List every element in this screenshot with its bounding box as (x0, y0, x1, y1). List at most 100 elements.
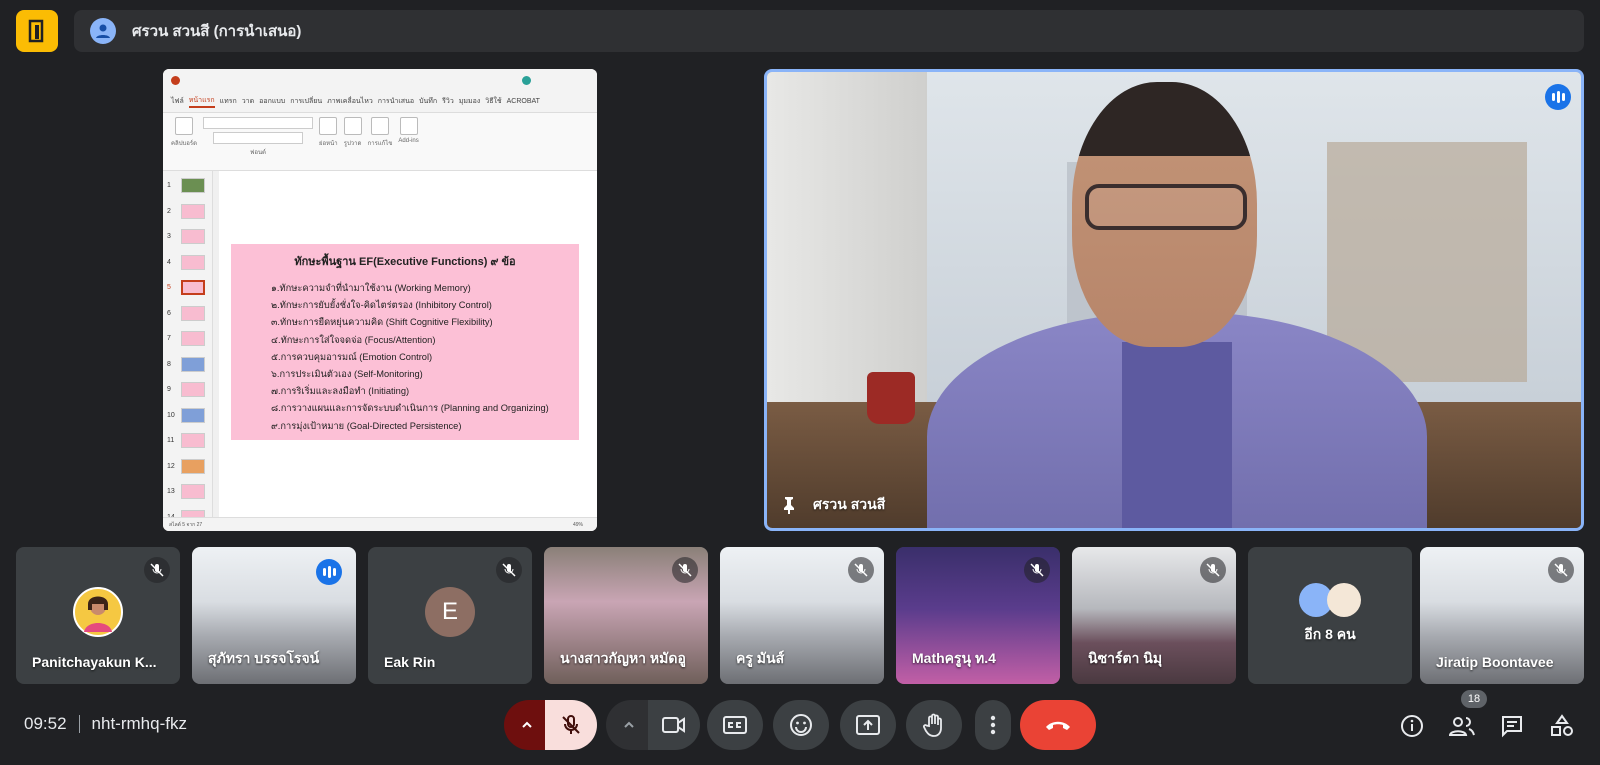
audio-options-button[interactable] (504, 700, 550, 750)
ribbon-group-font[interactable]: ฟอนต์ (203, 117, 314, 166)
avatar-initial: E (441, 597, 458, 625)
mic-off-icon (144, 557, 170, 583)
participant-avatar: E (425, 586, 475, 637)
participant-tile[interactable]: Mathครูนุ ท.4 (896, 547, 1060, 684)
paste-icon (175, 117, 194, 135)
participant-name: นิซาร์ตา นิมุ (1088, 650, 1163, 666)
ribbon-group-editing[interactable]: การแก้ไข (368, 117, 392, 166)
slide-thumbnail[interactable]: 11 (163, 428, 212, 454)
slide-preview (181, 407, 205, 423)
slide-thumbnail[interactable]: 3 (163, 224, 212, 250)
slide-thumbnail-selected[interactable]: 5 (163, 275, 212, 301)
tab-insert[interactable]: แทรก (220, 96, 237, 107)
slide-preview (181, 356, 205, 372)
slide-thumbnail[interactable]: 2 (163, 199, 212, 225)
tab-review[interactable]: รีวิว (442, 96, 454, 107)
present-to-all-icon (856, 715, 880, 735)
participant-tile[interactable]: Panitchayakun K... (16, 547, 180, 684)
tab-slideshow[interactable]: การนำเสนอ (378, 96, 414, 107)
slide-thumbnail[interactable]: 7 (163, 326, 212, 352)
participant-name: Panitchayakun K... (32, 654, 157, 670)
zoom-level[interactable]: 49% (573, 522, 583, 528)
mic-toggle-button[interactable] (545, 700, 597, 750)
slide-number: 11 (167, 437, 175, 445)
meet-logo-button[interactable] (16, 10, 58, 52)
slide-number: 2 (167, 207, 171, 215)
participant-avatar (73, 586, 123, 637)
tab-record[interactable]: บันทึก (419, 96, 437, 107)
present-screen-button[interactable] (840, 700, 896, 750)
leave-call-button[interactable] (1020, 700, 1096, 750)
slide-thumbnail[interactable]: 13 (163, 479, 212, 505)
meeting-code: nht-rmhq-fkz (91, 714, 187, 733)
participant-name: Jiratip Boontavee (1436, 654, 1554, 670)
ribbon-group-addins[interactable]: Add-ins (398, 117, 419, 166)
participant-name: Mathครูนุ ท.4 (912, 650, 996, 666)
people-button[interactable] (1446, 710, 1478, 742)
main-video-tile[interactable]: ศรวน สวนสี (764, 69, 1584, 531)
tab-home[interactable]: หน้าแรก (188, 95, 215, 108)
ribbon-group-clipboard[interactable]: คลิปบอร์ด (171, 117, 197, 166)
slide-thumbnail[interactable]: 10 (163, 403, 212, 429)
slide-preview (181, 203, 205, 219)
find-icon (371, 117, 389, 135)
mic-off-icon (848, 557, 874, 583)
tab-file[interactable]: ไฟล์ (171, 96, 184, 107)
ribbon-group-drawing[interactable]: รูปวาด (343, 117, 362, 166)
tab-view[interactable]: มุมมอง (459, 96, 480, 107)
activities-button[interactable] (1546, 710, 1578, 742)
account-avatar-icon (90, 18, 116, 44)
ribbon-tab-bar: ไฟล์ หน้าแรก แทรก วาด ออกแบบ การเปลี่ยน … (163, 91, 597, 113)
slide-thumbnail[interactable]: 6 (163, 301, 212, 327)
raise-hand-button[interactable] (906, 700, 962, 750)
tab-help[interactable]: วิธีใช้ (485, 96, 501, 107)
slide-number: 6 (167, 309, 171, 317)
participant-tile[interactable]: นิซาร์ตา นิมุ (1072, 547, 1236, 684)
camera-toggle-button[interactable] (648, 700, 700, 750)
tab-acrobat[interactable]: ACROBAT (507, 98, 540, 105)
slide-thumbnail[interactable]: 4 (163, 250, 212, 276)
slide-thumbnail[interactable]: 12 (163, 454, 212, 480)
emoji-icon (790, 714, 812, 736)
participant-tile[interactable]: สุภัทรา บรรจโรจน์ (192, 547, 356, 684)
mic-off-icon (1024, 557, 1050, 583)
slide-thumbnail[interactable]: 9 (163, 377, 212, 403)
chevron-up-icon (624, 721, 634, 728)
tab-transitions[interactable]: การเปลี่ยน (290, 96, 322, 107)
shapes-icon (343, 117, 362, 135)
people-icon (1449, 717, 1475, 736)
presentation-tile[interactable]: ไฟล์ หน้าแรก แทรก วาด ออกแบบ การเปลี่ยน … (163, 69, 597, 531)
slide-line: ๒.ทักษะการยับยั้งชั่งใจ-คิดไตร่ตรอง (Inh… (271, 300, 492, 311)
participant-tile[interactable]: นางสาวกัญหา หมัดอู (544, 547, 708, 684)
mic-off-icon (1200, 557, 1226, 583)
participant-tile[interactable]: Jiratip Boontavee (1420, 547, 1584, 684)
slide-preview (181, 178, 205, 194)
ribbon-group-paragraph[interactable]: ย่อหน้า (319, 117, 338, 166)
pin-presenter-icon[interactable] (779, 495, 799, 515)
tab-animations[interactable]: ภาพเคลื่อนไหว (327, 96, 373, 107)
slide-preview (181, 305, 205, 321)
ribbon-group-label: Add-ins (398, 138, 419, 144)
tab-draw[interactable]: วาด (242, 96, 254, 107)
speaking-indicator-icon (1545, 84, 1571, 110)
participant-tile[interactable]: ครู มันส์ (720, 547, 884, 684)
slide-line: ๔.ทักษะการใส่ใจจดจ่อ (Focus/Attention) (271, 334, 436, 345)
presenter-bar[interactable]: ศรวน สวนสี (การนำเสนอ) (74, 10, 1584, 52)
chat-button[interactable] (1496, 710, 1528, 742)
meeting-details-button[interactable] (1396, 710, 1428, 742)
video-options-button[interactable] (606, 700, 652, 750)
slide-preview (181, 382, 205, 398)
slide-thumbnail[interactable]: 8 (163, 352, 212, 378)
participant-name: ครู มันส์ (736, 650, 785, 666)
reactions-button[interactable] (773, 700, 829, 750)
captions-button[interactable] (707, 700, 763, 750)
tab-design[interactable]: ออกแบบ (259, 96, 285, 107)
slide-canvas[interactable]: ทักษะพื้นฐาน EF(Executive Functions) ๙ ข… (219, 171, 597, 517)
ribbon-group-label: ย่อหน้า (319, 141, 338, 147)
more-options-button[interactable] (975, 700, 1011, 750)
participant-tile[interactable]: E Eak Rin (368, 547, 532, 684)
current-slide: ทักษะพื้นฐาน EF(Executive Functions) ๙ ข… (231, 244, 579, 440)
slide-line: ๖.การประเมินตัวเอง (Self-Monitoring) (271, 368, 423, 379)
slide-thumbnail[interactable]: 1 (163, 173, 212, 199)
more-participants-tile[interactable]: อีก 8 คน (1248, 547, 1412, 684)
